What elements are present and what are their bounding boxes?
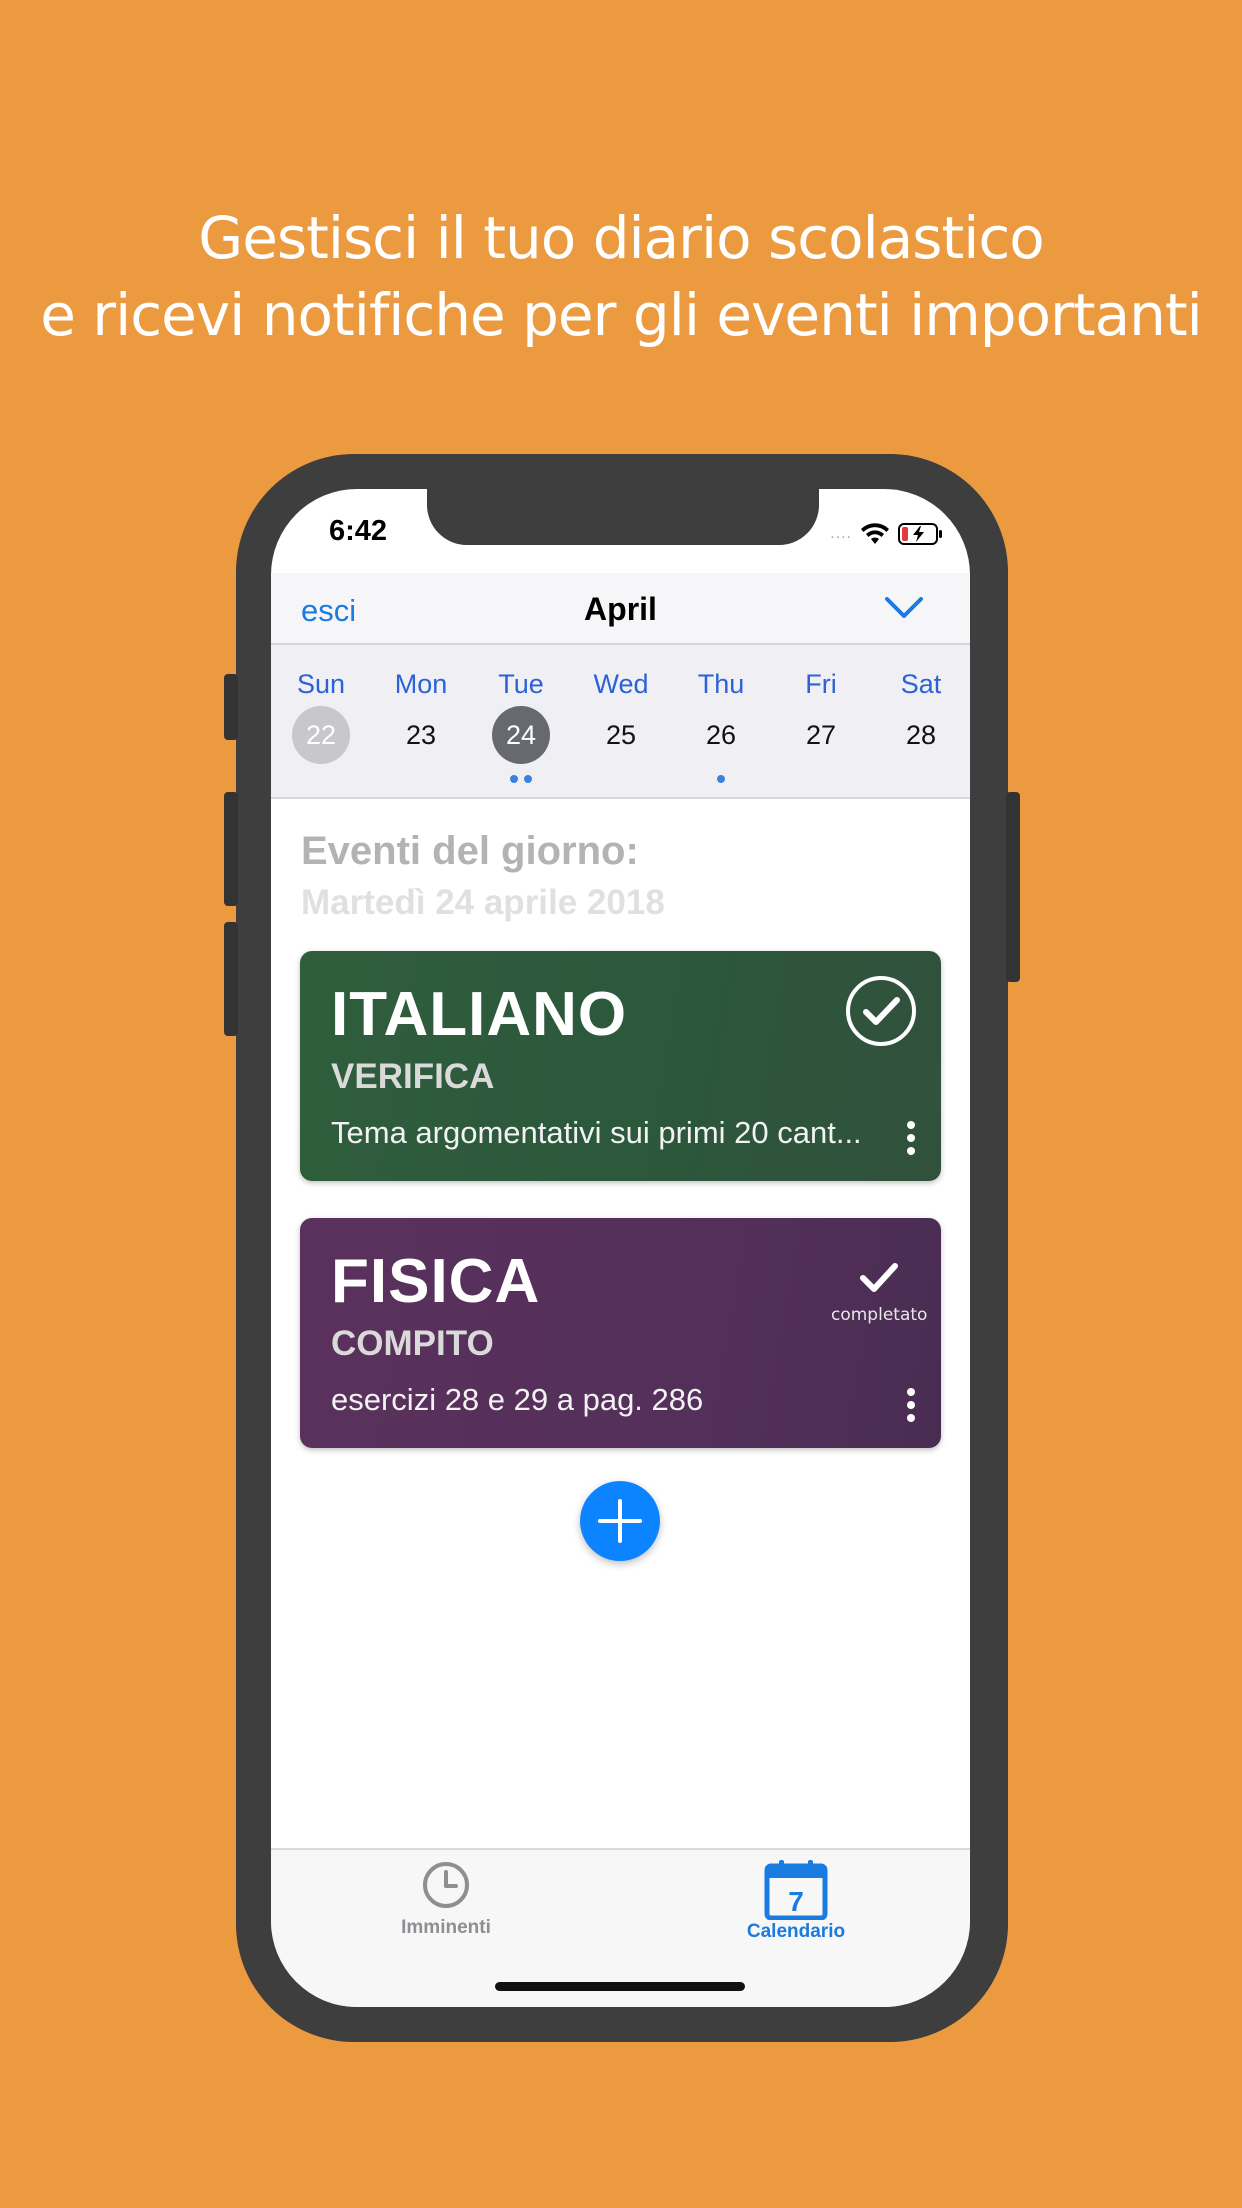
tab-calendario[interactable]: 7 Calendario (696, 1860, 896, 1943)
month-title: April (584, 591, 657, 627)
battery-charging-icon (898, 523, 942, 545)
more-options-icon[interactable] (905, 1121, 917, 1160)
more-options-icon[interactable] (905, 1388, 917, 1427)
add-event-button[interactable] (580, 1481, 660, 1561)
clock-icon (423, 1862, 469, 1908)
check-icon (860, 1263, 898, 1292)
event-dot (717, 775, 725, 783)
navigation-bar: esci April (271, 573, 970, 645)
headline-line-1: Gestisci il tuo diario scolastico (198, 204, 1045, 272)
phone-screen: 6:42 .... esci April Sun 22 Mon 23 Tue 2… (271, 489, 970, 2007)
day-name: Thu (697, 669, 745, 699)
volume-down-button (224, 922, 238, 1036)
section-date: Martedì 24 aprile 2018 (301, 883, 665, 922)
check-circle-icon[interactable] (845, 975, 917, 1047)
power-button (1006, 792, 1020, 982)
wifi-icon (861, 523, 889, 544)
event-dots (671, 770, 771, 788)
day-name: Mon (394, 669, 448, 699)
headline: Gestisci il tuo diario scolastico e rice… (0, 200, 1242, 354)
signal-icon: .... (830, 525, 852, 542)
home-indicator[interactable] (495, 1982, 745, 1991)
event-description: Tema argomentativi sui primi 20 cant... (331, 1115, 862, 1150)
event-subject: FISICA (331, 1247, 541, 1316)
status-icons: .... (830, 519, 944, 549)
day-number[interactable]: 25 (592, 706, 650, 764)
calendar-badge: 7 (788, 1886, 804, 1917)
event-card-italiano[interactable]: ITALIANO VERIFICA Tema argomentativi sui… (300, 951, 941, 1181)
event-dots (471, 770, 571, 788)
event-type: COMPITO (331, 1324, 494, 1363)
headline-line-2: e ricevi notifiche per gli eventi import… (40, 281, 1203, 349)
day-name: Sun (296, 669, 346, 699)
tab-label: Calendario (746, 1921, 846, 1942)
chevron-down-icon[interactable] (884, 595, 924, 621)
event-dot (510, 775, 518, 783)
week-strip: Sun 22 Mon 23 Tue 24 Wed 25 Thu 26 Fri 2… (271, 645, 970, 799)
day-name: Tue (498, 669, 544, 699)
day-number[interactable]: 22 (292, 706, 350, 764)
calendar-icon: 7 (764, 1860, 828, 1921)
day-name: Sat (900, 669, 942, 699)
event-description: esercizi 28 e 29 a pag. 286 (331, 1382, 704, 1417)
status-time: 6:42 (329, 515, 388, 547)
volume-up-button (224, 792, 238, 906)
completed-toggle[interactable]: completato (831, 1260, 927, 1325)
tab-label: Imminenti (401, 1917, 491, 1938)
tab-imminenti[interactable]: Imminenti (346, 1860, 546, 1939)
event-card-fisica[interactable]: FISICA COMPITO esercizi 28 e 29 a pag. 2… (300, 1218, 941, 1448)
day-name: Fri (805, 669, 837, 699)
day-number[interactable]: 26 (692, 706, 750, 764)
day-number[interactable]: 27 (792, 706, 850, 764)
day-number[interactable]: 23 (392, 706, 450, 764)
mute-switch (224, 674, 238, 740)
section-title: Eventi del giorno: (301, 829, 639, 873)
event-subject: ITALIANO (331, 980, 628, 1049)
plus-icon (598, 1499, 642, 1543)
day-name: Wed (593, 669, 649, 699)
day-number-selected[interactable]: 24 (492, 706, 550, 764)
completed-label: completato (831, 1305, 928, 1325)
event-dot (524, 775, 532, 783)
day-number[interactable]: 28 (892, 706, 950, 764)
notch (427, 489, 819, 545)
event-type: VERIFICA (331, 1057, 495, 1096)
